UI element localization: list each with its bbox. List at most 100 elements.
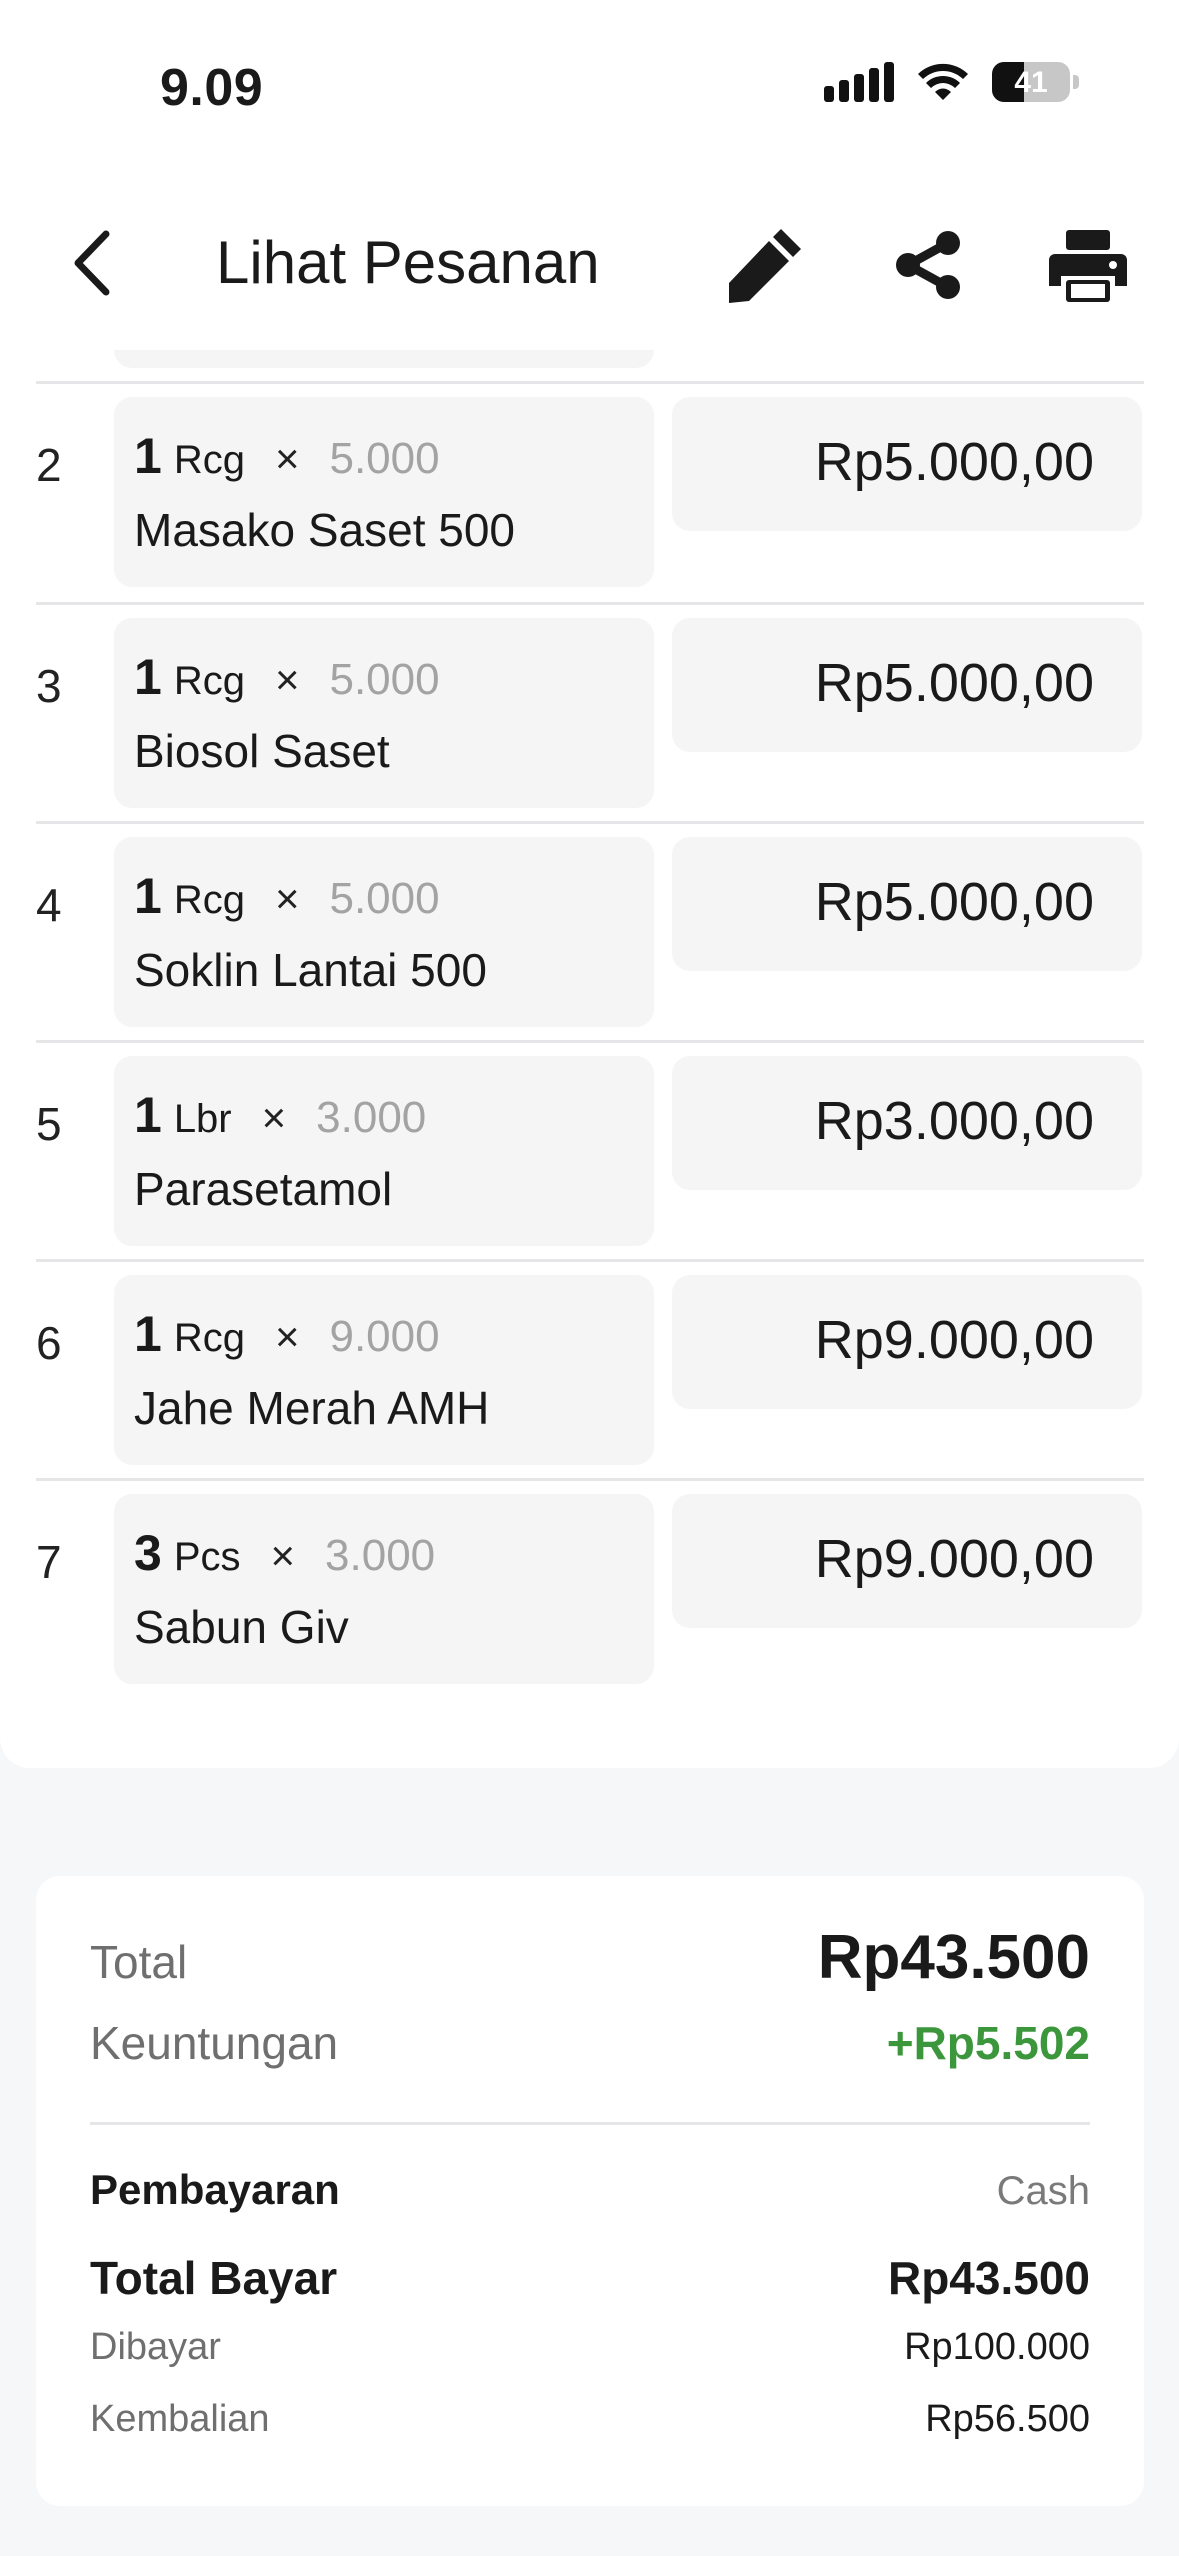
total-paid-label: Total Bayar xyxy=(90,2252,338,2304)
total-paid-value: Rp43.500 xyxy=(887,2252,1090,2304)
item-unit-price: 5.000 xyxy=(329,655,440,704)
status-time: 9.09 xyxy=(160,59,264,117)
cellular-signal-icon xyxy=(824,62,894,102)
summary-profit-row: Keuntungan +Rp5.502 xyxy=(90,2016,1090,2070)
item-subtotal-box[interactable]: Rp9.000,00 xyxy=(672,1275,1142,1409)
item-unit-price: 9.000 xyxy=(329,1312,440,1361)
item-subtotal-box[interactable]: Rp5.000,00 xyxy=(672,837,1142,971)
printer-icon xyxy=(1049,230,1127,302)
item-number: 4 xyxy=(36,879,62,931)
total-label: Total xyxy=(90,1936,188,1988)
profit-label: Keuntungan xyxy=(90,2017,339,2069)
item-number: 6 xyxy=(36,1317,62,1369)
item-qty: 3 xyxy=(134,1525,162,1581)
item-detail-box[interactable]: 3 Pcs × 3.000 Sabun Giv xyxy=(114,1494,654,1684)
item-subtotal-box[interactable]: Rp5.000,00 xyxy=(672,618,1142,752)
paid-value: Rp100.000 xyxy=(904,2326,1090,2368)
status-bar: 9.09 41 xyxy=(0,0,1179,180)
item-detail-box[interactable]: 1 Rcg × 9.000 Jahe Merah AMH xyxy=(114,1275,654,1465)
wifi-icon xyxy=(918,63,968,100)
item-subtotal: Rp9.000,00 xyxy=(814,1310,1094,1370)
item-qty: 1 xyxy=(134,1306,162,1362)
item-unit-price: 3.000 xyxy=(316,1093,427,1142)
share-button[interactable] xyxy=(878,215,978,315)
item-unit: Rcg xyxy=(173,438,245,482)
times-icon: × xyxy=(274,1313,300,1360)
page-title: Lihat Pesanan xyxy=(216,229,600,296)
item-name: Biosol Saset xyxy=(134,725,390,777)
list-item[interactable]: 5 1 Lbr × 3.000 Parasetamol Rp3.000,00 xyxy=(0,1042,1179,1261)
item-detail-box[interactable]: 1 Rcg × 5.000 Soklin Lantai 500 xyxy=(114,837,654,1027)
times-icon: × xyxy=(261,1094,287,1141)
item-subtotal-box[interactable]: Rp9.000,00 xyxy=(672,1494,1142,1628)
list-item[interactable]: 4 1 Rcg × 5.000 Soklin Lantai 500 Rp5.00… xyxy=(0,823,1179,1042)
item-qty: 1 xyxy=(134,649,162,705)
item-unit: Pcs xyxy=(173,1535,241,1579)
item-unit-price: 5.000 xyxy=(329,874,440,923)
item-qty: 1 xyxy=(134,428,162,484)
item-unit-price: 3.000 xyxy=(325,1531,436,1580)
item-name: Soklin Lantai 500 xyxy=(134,944,487,996)
item-detail-box[interactable]: 1 Rcg × 5.000 Masako Saset 500 xyxy=(114,397,654,587)
battery-icon: 41 xyxy=(992,62,1070,102)
chevron-left-icon xyxy=(74,230,110,296)
summary-total-row: Total Rp43.500 xyxy=(90,1922,1090,1993)
summary-paid-row: Dibayar Rp100.000 xyxy=(90,2326,1090,2369)
item-number: 3 xyxy=(36,660,62,712)
item-detail-box[interactable]: 1 Rcg × 5.000 Biosol Saset xyxy=(114,618,654,808)
summary-payment-row: Pembayaran Cash xyxy=(90,2166,1090,2214)
profit-value: +Rp5.502 xyxy=(886,2017,1090,2069)
item-unit: Rcg xyxy=(173,659,245,703)
item-name: Parasetamol xyxy=(134,1163,393,1215)
summary-total-paid-row: Total Bayar Rp43.500 xyxy=(90,2251,1090,2305)
item-unit-price: 5.000 xyxy=(329,434,440,483)
share-icon xyxy=(896,231,960,299)
item-subtotal: Rp5.000,00 xyxy=(814,432,1094,492)
summary-divider xyxy=(90,2122,1090,2125)
item-detail-box[interactable]: 1 Lbr × 3.000 Parasetamol xyxy=(114,1056,654,1246)
times-icon: × xyxy=(270,1532,296,1579)
order-items-list: 2 1 Rcg × 5.000 Masako Saset 500 Rp5.000… xyxy=(0,350,1179,1768)
list-item[interactable]: 2 1 Rcg × 5.000 Masako Saset 500 Rp5.000… xyxy=(0,383,1179,602)
item-qty: 1 xyxy=(134,1087,162,1143)
item-subtotal: Rp9.000,00 xyxy=(814,1529,1094,1589)
item-number: 5 xyxy=(36,1098,62,1150)
item-name: Jahe Merah AMH xyxy=(134,1382,490,1434)
payment-label: Pembayaran xyxy=(90,2166,340,2213)
change-label: Kembalian xyxy=(90,2398,270,2440)
change-value: Rp56.500 xyxy=(925,2398,1090,2440)
times-icon: × xyxy=(274,656,300,703)
edit-button[interactable] xyxy=(715,215,815,315)
item-subtotal: Rp5.000,00 xyxy=(814,872,1094,932)
list-item[interactable]: 3 1 Rcg × 5.000 Biosol Saset Rp5.000,00 xyxy=(0,604,1179,823)
list-item-partial xyxy=(114,350,654,368)
list-item[interactable]: 6 1 Rcg × 9.000 Jahe Merah AMH Rp9.000,0… xyxy=(0,1261,1179,1480)
battery-group: 41 xyxy=(992,62,1079,102)
print-button[interactable] xyxy=(1038,215,1138,315)
item-subtotal: Rp3.000,00 xyxy=(814,1091,1094,1151)
app-header: Lihat Pesanan xyxy=(0,180,1179,350)
payment-method: Cash xyxy=(996,2169,1090,2213)
list-item[interactable]: 7 3 Pcs × 3.000 Sabun Giv Rp9.000,00 xyxy=(0,1480,1179,1699)
order-summary-card: Total Rp43.500 Keuntungan +Rp5.502 Pemba… xyxy=(36,1876,1144,2506)
item-subtotal: Rp5.000,00 xyxy=(814,653,1094,713)
item-number: 7 xyxy=(36,1536,62,1588)
pencil-icon xyxy=(729,229,801,303)
item-unit: Rcg xyxy=(173,878,245,922)
item-subtotal-box[interactable]: Rp5.000,00 xyxy=(672,397,1142,531)
item-unit: Rcg xyxy=(173,1316,245,1360)
battery-percent: 41 xyxy=(1014,66,1048,99)
paid-label: Dibayar xyxy=(90,2326,221,2368)
page: 9.09 41 Lihat Pesanan 2 1 Rcg × 5.000 Ma… xyxy=(0,0,1179,2556)
status-icons: 41 xyxy=(824,62,1079,102)
item-unit: Lbr xyxy=(173,1097,232,1141)
item-name: Sabun Giv xyxy=(134,1601,349,1653)
summary-change-row: Kembalian Rp56.500 xyxy=(90,2398,1090,2441)
item-qty: 1 xyxy=(134,868,162,924)
times-icon: × xyxy=(274,875,300,922)
item-subtotal-box[interactable]: Rp3.000,00 xyxy=(672,1056,1142,1190)
total-value: Rp43.500 xyxy=(817,1923,1090,1992)
times-icon: × xyxy=(274,435,300,482)
item-name: Masako Saset 500 xyxy=(134,504,516,556)
back-button[interactable] xyxy=(48,218,138,308)
